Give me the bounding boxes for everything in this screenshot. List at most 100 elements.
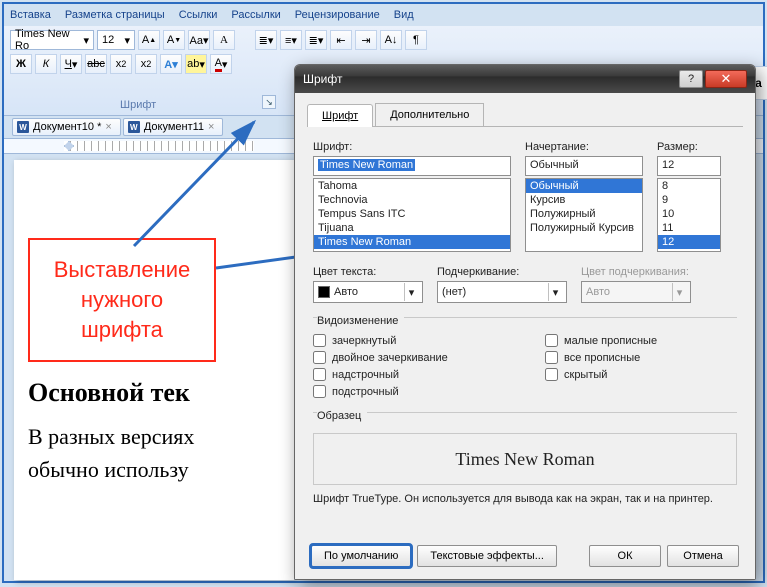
font-group-launcher[interactable]: ↘ xyxy=(262,95,276,109)
close-icon[interactable]: × xyxy=(208,121,214,133)
dialog-pane: Шрифт: Times New Roman Tahoma Technovia … xyxy=(295,127,755,519)
document-tab-2[interactable]: W Документ11 × xyxy=(123,118,224,136)
font-size-combo[interactable]: 12 ▾ xyxy=(97,30,135,50)
text-effect-button[interactable]: A▾ xyxy=(160,54,182,74)
chk-dstrike[interactable]: двойное зачеркивание xyxy=(313,351,505,364)
ribbon-tab-insert[interactable]: Вставка xyxy=(10,9,51,21)
font-size-input[interactable]: 12 xyxy=(657,156,721,176)
underline-label: Подчеркивание: xyxy=(437,266,567,278)
indent-inc-button[interactable]: ⇥ xyxy=(355,30,377,50)
ok-button[interactable]: ОК xyxy=(589,545,661,567)
highlighter-icon: ab xyxy=(187,58,199,70)
font-name-combo[interactable]: Times New Ro ▾ xyxy=(10,30,94,50)
dialog-close-button[interactable]: ✕ xyxy=(705,70,747,88)
subscript-button[interactable]: x2 xyxy=(110,54,132,74)
font-list-item[interactable]: Tempus Sans ITC xyxy=(314,207,510,221)
chevron-down-icon: ▾ xyxy=(83,34,89,47)
sample-group-title: Образец xyxy=(317,410,367,422)
dialog-tab-font[interactable]: Шрифт xyxy=(307,104,373,127)
ribbon-tab-refs[interactable]: Ссылки xyxy=(179,9,218,21)
chk-sub[interactable]: подстрочный xyxy=(313,385,505,398)
style-label: Начертание: xyxy=(525,141,643,153)
size-list-item[interactable]: 11 xyxy=(658,221,720,235)
underline-color-combo: Авто ▾ xyxy=(581,281,691,303)
font-color-button[interactable]: A▾ xyxy=(210,54,232,74)
underline-style-value: (нет) xyxy=(442,286,466,298)
font-name-input-value: Times New Roman xyxy=(318,159,415,171)
font-list-item[interactable]: Technovia xyxy=(314,193,510,207)
size-list-item-selected[interactable]: 12 xyxy=(658,235,720,249)
grow-font-button[interactable]: A▲ xyxy=(138,30,160,50)
help-icon: ? xyxy=(688,73,694,85)
superscript-button[interactable]: x2 xyxy=(135,54,157,74)
underline-color-label: Цвет подчеркивания: xyxy=(581,266,691,278)
text-color-combo[interactable]: Авто ▾ xyxy=(313,281,423,303)
font-size-listbox[interactable]: 8 9 10 11 12 xyxy=(657,178,721,252)
font-hint-text: Шрифт TrueType. Он используется для выво… xyxy=(313,493,737,505)
callout-text: Выставление нужного шрифта xyxy=(54,255,190,344)
indent-marker[interactable] xyxy=(64,141,74,151)
effects-group-title: Видоизменение xyxy=(317,315,404,327)
dialog-tab-advanced[interactable]: Дополнительно xyxy=(375,103,484,126)
chk-allcaps[interactable]: все прописные xyxy=(545,351,737,364)
chk-super[interactable]: надстрочный xyxy=(313,368,505,381)
dialog-body: Шрифт Дополнительно Шрифт: Times New Rom… xyxy=(295,93,755,579)
document-tab-1[interactable]: W Документ10 * × xyxy=(12,118,121,136)
style-list-item-selected[interactable]: Обычный xyxy=(526,179,642,193)
bullets-button[interactable]: ≣▾ xyxy=(255,30,277,50)
shrink-font-button[interactable]: A▼ xyxy=(163,30,185,50)
font-list-item-selected[interactable]: Times New Roman xyxy=(314,235,510,249)
dialog-tab-advanced-label: Дополнительно xyxy=(390,109,469,121)
italic-button[interactable]: К xyxy=(35,54,57,74)
text-effects-button[interactable]: Текстовые эффекты... xyxy=(417,545,557,567)
ribbon-tab-view[interactable]: Вид xyxy=(394,9,414,21)
bold-button[interactable]: Ж xyxy=(10,54,32,74)
dialog-tab-font-label: Шрифт xyxy=(322,110,358,122)
close-icon[interactable]: × xyxy=(105,121,111,133)
underline-label: Ч xyxy=(65,58,72,70)
cancel-button[interactable]: Отмена xyxy=(667,545,739,567)
set-default-button[interactable]: По умолчанию xyxy=(311,545,411,567)
clear-format-button[interactable]: A xyxy=(213,30,235,50)
word-icon: W xyxy=(128,121,140,133)
dialog-help-button[interactable]: ? xyxy=(679,70,703,88)
style-list-item[interactable]: Курсив xyxy=(526,193,642,207)
indent-dec-button[interactable]: ⇤ xyxy=(330,30,352,50)
underline-button[interactable]: Ч▾ xyxy=(60,54,82,74)
ribbon-tab-mail[interactable]: Рассылки xyxy=(231,9,280,21)
document-tab-1-label: Документ10 * xyxy=(33,121,101,133)
chk-strike[interactable]: зачеркнутый xyxy=(313,334,505,347)
font-list-item[interactable]: Tijuana xyxy=(314,221,510,235)
style-list-item[interactable]: Полужирный xyxy=(526,207,642,221)
change-case-button[interactable]: Aa▾ xyxy=(188,30,210,50)
multilevel-button[interactable]: ≣▾ xyxy=(305,30,327,50)
document-tab-2-label: Документ11 xyxy=(144,121,204,133)
italic-label: К xyxy=(43,58,49,70)
sort-button[interactable]: A↓ xyxy=(380,30,402,50)
ribbon-tab-review[interactable]: Рецензирование xyxy=(295,9,380,21)
font-name-listbox[interactable]: Tahoma Technovia Tempus Sans ITC Tijuana… xyxy=(313,178,511,252)
pilcrow-button[interactable]: ¶ xyxy=(405,30,427,50)
chk-hidden[interactable]: скрытый xyxy=(545,368,737,381)
size-list-item[interactable]: 9 xyxy=(658,193,720,207)
ribbon-tab-layout[interactable]: Разметка страницы xyxy=(65,9,165,21)
bold-label: Ж xyxy=(16,58,26,70)
chk-smallcaps[interactable]: малые прописные xyxy=(545,334,737,347)
style-list-item[interactable]: Полужирный Курсив xyxy=(526,221,642,235)
screenshot-frame: Вставка Разметка страницы Ссылки Рассылк… xyxy=(2,2,765,583)
size-list-item[interactable]: 8 xyxy=(658,179,720,193)
strike-button[interactable]: abc xyxy=(85,54,107,74)
dialog-tabs: Шрифт Дополнительно xyxy=(295,93,755,126)
font-style-listbox[interactable]: Обычный Курсив Полужирный Полужирный Кур… xyxy=(525,178,643,252)
font-name-input[interactable]: Times New Roman xyxy=(313,156,511,176)
size-list-item[interactable]: 10 xyxy=(658,207,720,221)
chevron-down-icon: ▾ xyxy=(124,34,130,47)
dialog-titlebar[interactable]: Шрифт ? ✕ xyxy=(295,65,755,93)
font-style-input[interactable]: Обычный xyxy=(525,156,643,176)
annotation-callout: Выставление нужного шрифта xyxy=(28,238,216,362)
highlight-button[interactable]: ab▾ xyxy=(185,54,207,74)
underline-style-combo[interactable]: (нет) ▾ xyxy=(437,281,567,303)
font-list-item[interactable]: Tahoma xyxy=(314,179,510,193)
dialog-title: Шрифт xyxy=(303,72,342,86)
numbering-button[interactable]: ≡▾ xyxy=(280,30,302,50)
